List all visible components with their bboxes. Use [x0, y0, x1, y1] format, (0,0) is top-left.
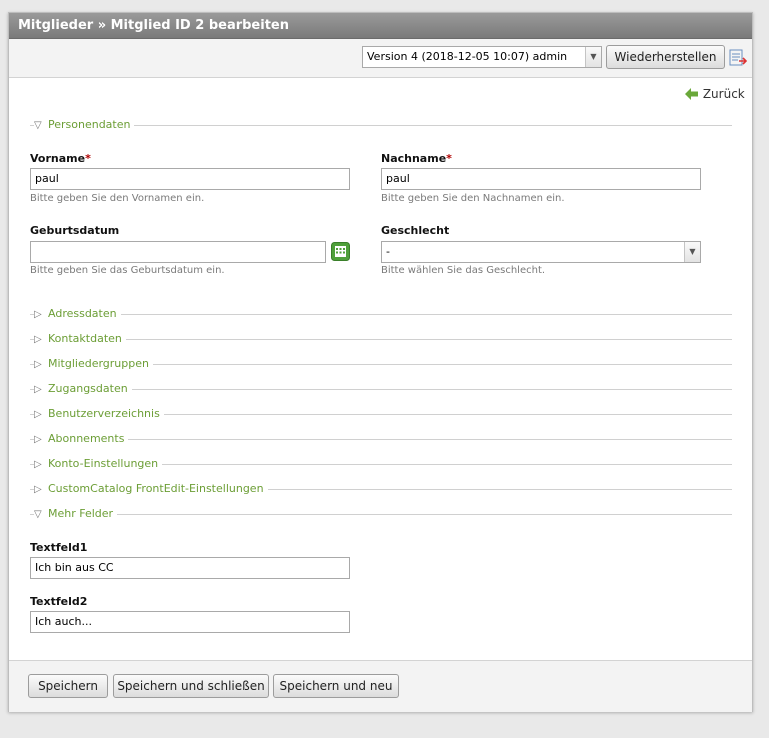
section-label: Abonnements: [48, 432, 125, 445]
section-label: Mehr Felder: [48, 507, 114, 520]
required-mark: *: [446, 152, 452, 165]
section-customcatalog[interactable]: ▷ CustomCatalog FrontEdit-Einstellungen: [30, 482, 732, 497]
lastname-label-text: Nachname: [381, 152, 447, 165]
lastname-hint: Bitte geben Sie den Nachnamen ein.: [381, 193, 565, 204]
triangle-right-icon: ▷: [34, 359, 42, 370]
section-label: Mitgliedergruppen: [48, 357, 149, 370]
lastname-label: Nachname*: [381, 152, 452, 165]
birthdate-input[interactable]: [30, 241, 326, 263]
section-konto-einstellungen[interactable]: ▷ Konto-Einstellungen: [30, 457, 732, 472]
version-bar: Version 4 (2018-12-05 10:07) admin ▼ Wie…: [9, 39, 752, 78]
section-label: CustomCatalog FrontEdit-Einstellungen: [48, 482, 264, 495]
triangle-down-icon: ▽: [34, 509, 42, 520]
triangle-right-icon: ▷: [34, 334, 42, 345]
save-button[interactable]: Speichern: [28, 674, 108, 698]
triangle-right-icon: ▷: [34, 484, 42, 495]
textfeld1-label: Textfeld1: [30, 541, 88, 554]
firstname-label-text: Vorname: [30, 152, 86, 165]
section-abonnements[interactable]: ▷ Abonnements: [30, 432, 732, 447]
triangle-right-icon: ▷: [34, 459, 42, 470]
section-zugangsdaten[interactable]: ▷ Zugangsdaten: [30, 382, 732, 397]
firstname-input[interactable]: paul: [30, 168, 350, 190]
edit-panel: Mitglieder » Mitglied ID 2 bearbeiten Ve…: [8, 12, 753, 712]
restore-button[interactable]: Wiederherstellen: [606, 45, 725, 69]
section-label: Kontaktdaten: [48, 332, 122, 345]
section-label: Adressdaten: [48, 307, 117, 320]
calendar-icon[interactable]: [331, 242, 350, 264]
birthdate-hint: Bitte geben Sie das Geburtsdatum ein.: [30, 265, 225, 276]
textfeld1-input[interactable]: Ich bin aus CC: [30, 557, 350, 579]
form-footer: Speichern Speichern und schließen Speich…: [9, 660, 752, 712]
section-adressdaten[interactable]: ▷ Adressdaten: [30, 307, 732, 322]
triangle-right-icon: ▷: [34, 309, 42, 320]
version-select-value: Version 4 (2018-12-05 10:07) admin: [367, 50, 568, 63]
section-label: Benutzerverzeichnis: [48, 407, 160, 420]
back-arrow-icon: [685, 88, 698, 100]
gender-select-value: -: [386, 245, 390, 258]
textfeld2-input[interactable]: Ich auch...: [30, 611, 350, 633]
section-label: Personendaten: [48, 118, 131, 131]
triangle-right-icon: ▷: [34, 409, 42, 420]
gender-select[interactable]: - ▼: [381, 241, 701, 263]
firstname-hint: Bitte geben Sie den Vornamen ein.: [30, 193, 205, 204]
birthdate-label: Geburtsdatum: [30, 224, 120, 237]
firstname-label: Vorname*: [30, 152, 91, 165]
textfeld2-label: Textfeld2: [30, 595, 88, 608]
chevron-down-icon: ▼: [585, 47, 601, 67]
version-select[interactable]: Version 4 (2018-12-05 10:07) admin ▼: [362, 46, 602, 68]
back-label: Zurück: [702, 87, 745, 101]
back-link[interactable]: Zurück: [685, 87, 745, 101]
section-mitgliedergruppen[interactable]: ▷ Mitgliedergruppen: [30, 357, 732, 372]
section-kontaktdaten[interactable]: ▷ Kontaktdaten: [30, 332, 732, 347]
section-label: Zugangsdaten: [48, 382, 128, 395]
gender-hint: Bitte wählen Sie das Geschlecht.: [381, 265, 546, 276]
lastname-input[interactable]: paul: [381, 168, 701, 190]
gender-label: Geschlecht: [381, 224, 450, 237]
triangle-right-icon: ▷: [34, 384, 42, 395]
chevron-down-icon: ▼: [684, 242, 700, 262]
section-label: Konto-Einstellungen: [48, 457, 159, 470]
page-title: Mitglieder » Mitglied ID 2 bearbeiten: [9, 13, 752, 39]
section-mehr-felder[interactable]: ▽ Mehr Felder: [30, 507, 732, 522]
compare-icon[interactable]: [729, 49, 748, 70]
triangle-down-icon: ▽: [34, 120, 42, 131]
save-new-button[interactable]: Speichern und neu: [273, 674, 399, 698]
section-personendaten[interactable]: ▽ Personendaten: [30, 118, 732, 133]
section-benutzerverzeichnis[interactable]: ▷ Benutzerverzeichnis: [30, 407, 732, 422]
triangle-right-icon: ▷: [34, 434, 42, 445]
save-close-button[interactable]: Speichern und schließen: [113, 674, 269, 698]
required-mark: *: [85, 152, 91, 165]
